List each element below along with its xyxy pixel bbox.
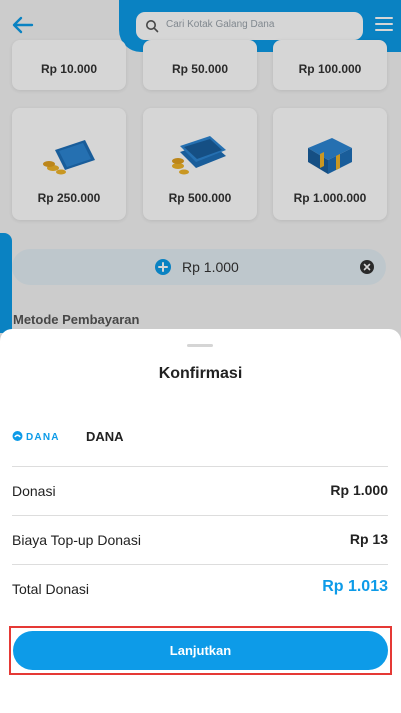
summary-row-donation: Donasi Rp 1.000 (12, 467, 388, 515)
svg-text:DANA: DANA (26, 432, 60, 442)
summary-label: Donasi (12, 483, 56, 499)
summary-row-fee: Biaya Top-up Donasi Rp 13 (12, 516, 388, 564)
total-value: Rp 1.013 (322, 578, 388, 595)
payment-method-name: DANA (86, 429, 124, 444)
sheet-title: Konfirmasi (158, 365, 243, 382)
summary-value: Rp 13 (349, 531, 388, 547)
summary-label: Biaya Top-up Donasi (12, 532, 141, 548)
total-label: Total Donasi (12, 581, 90, 597)
continue-button[interactable]: Lanjutkan (13, 631, 388, 670)
summary-row-total: Total Donasi Rp 1.013 (12, 565, 388, 613)
sheet-drag-handle[interactable] (187, 344, 213, 347)
dana-logo: DANA (12, 431, 60, 442)
summary-value: Rp 1.000 (330, 482, 388, 498)
